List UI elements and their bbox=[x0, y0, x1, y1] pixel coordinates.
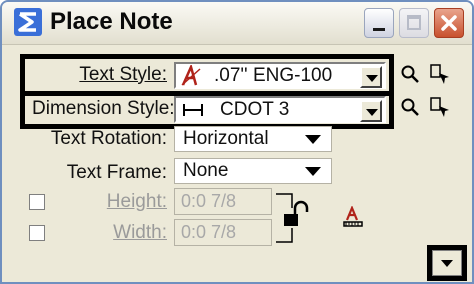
close-icon bbox=[441, 15, 457, 31]
dimension-style-dropdown-button[interactable] bbox=[360, 100, 382, 122]
height-checkbox[interactable] bbox=[29, 194, 45, 210]
magnifier-icon[interactable] bbox=[400, 64, 420, 84]
text-style-label: Text Style: bbox=[79, 64, 167, 85]
window-title: Place Note bbox=[50, 8, 173, 35]
height-label: Height: bbox=[106, 191, 167, 212]
text-style-icon bbox=[181, 65, 201, 86]
text-style-dropdown[interactable]: .07'' ENG-100 bbox=[174, 62, 386, 89]
text-style-dropdown-button[interactable] bbox=[360, 66, 382, 88]
place-note-dialog: Place Note Text Style: .07'' ENG-100 Dim… bbox=[0, 0, 474, 284]
height-field[interactable]: 0:0 7/8 bbox=[174, 188, 272, 215]
dimension-style-label: Dimension Style: bbox=[32, 98, 175, 119]
microstation-icon bbox=[14, 8, 42, 36]
expand-button[interactable] bbox=[427, 245, 467, 281]
height-value: 0:0 7/8 bbox=[181, 191, 237, 211]
magnifier-icon[interactable] bbox=[400, 97, 420, 117]
width-field[interactable]: 0:0 7/8 bbox=[174, 219, 272, 246]
text-rotation-value: Horizontal bbox=[183, 128, 269, 149]
text-rotation-label: Text Rotation: bbox=[50, 128, 167, 149]
width-label: Width: bbox=[113, 222, 167, 243]
title-bar[interactable]: Place Note bbox=[2, 2, 472, 45]
minimize-icon bbox=[373, 28, 385, 31]
maximize-icon bbox=[407, 15, 421, 30]
lock-icon[interactable] bbox=[274, 192, 318, 244]
chevron-down-icon bbox=[305, 167, 321, 176]
text-attributes-icon[interactable] bbox=[342, 206, 364, 228]
text-frame-dropdown[interactable]: None bbox=[174, 158, 332, 184]
text-frame-value: None bbox=[183, 160, 229, 181]
width-value: 0:0 7/8 bbox=[181, 222, 237, 242]
dimension-style-dropdown[interactable]: CDOT 3 bbox=[174, 96, 386, 123]
text-frame-label: Text Frame: bbox=[66, 162, 167, 183]
expand-down-icon bbox=[441, 260, 453, 267]
dimension-icon bbox=[183, 104, 203, 116]
maximize-button[interactable] bbox=[399, 8, 429, 38]
chevron-down-icon bbox=[366, 75, 378, 82]
pick-element-icon[interactable] bbox=[430, 97, 450, 119]
pick-element-icon[interactable] bbox=[430, 64, 450, 86]
chevron-down-icon bbox=[366, 109, 378, 116]
text-style-value: .07'' ENG-100 bbox=[214, 65, 333, 86]
width-checkbox[interactable] bbox=[29, 225, 45, 241]
text-rotation-dropdown[interactable]: Horizontal bbox=[174, 126, 332, 152]
close-button[interactable] bbox=[434, 8, 464, 38]
chevron-down-icon bbox=[305, 135, 321, 144]
minimize-button[interactable] bbox=[364, 8, 394, 38]
dimension-style-value: CDOT 3 bbox=[220, 99, 290, 120]
